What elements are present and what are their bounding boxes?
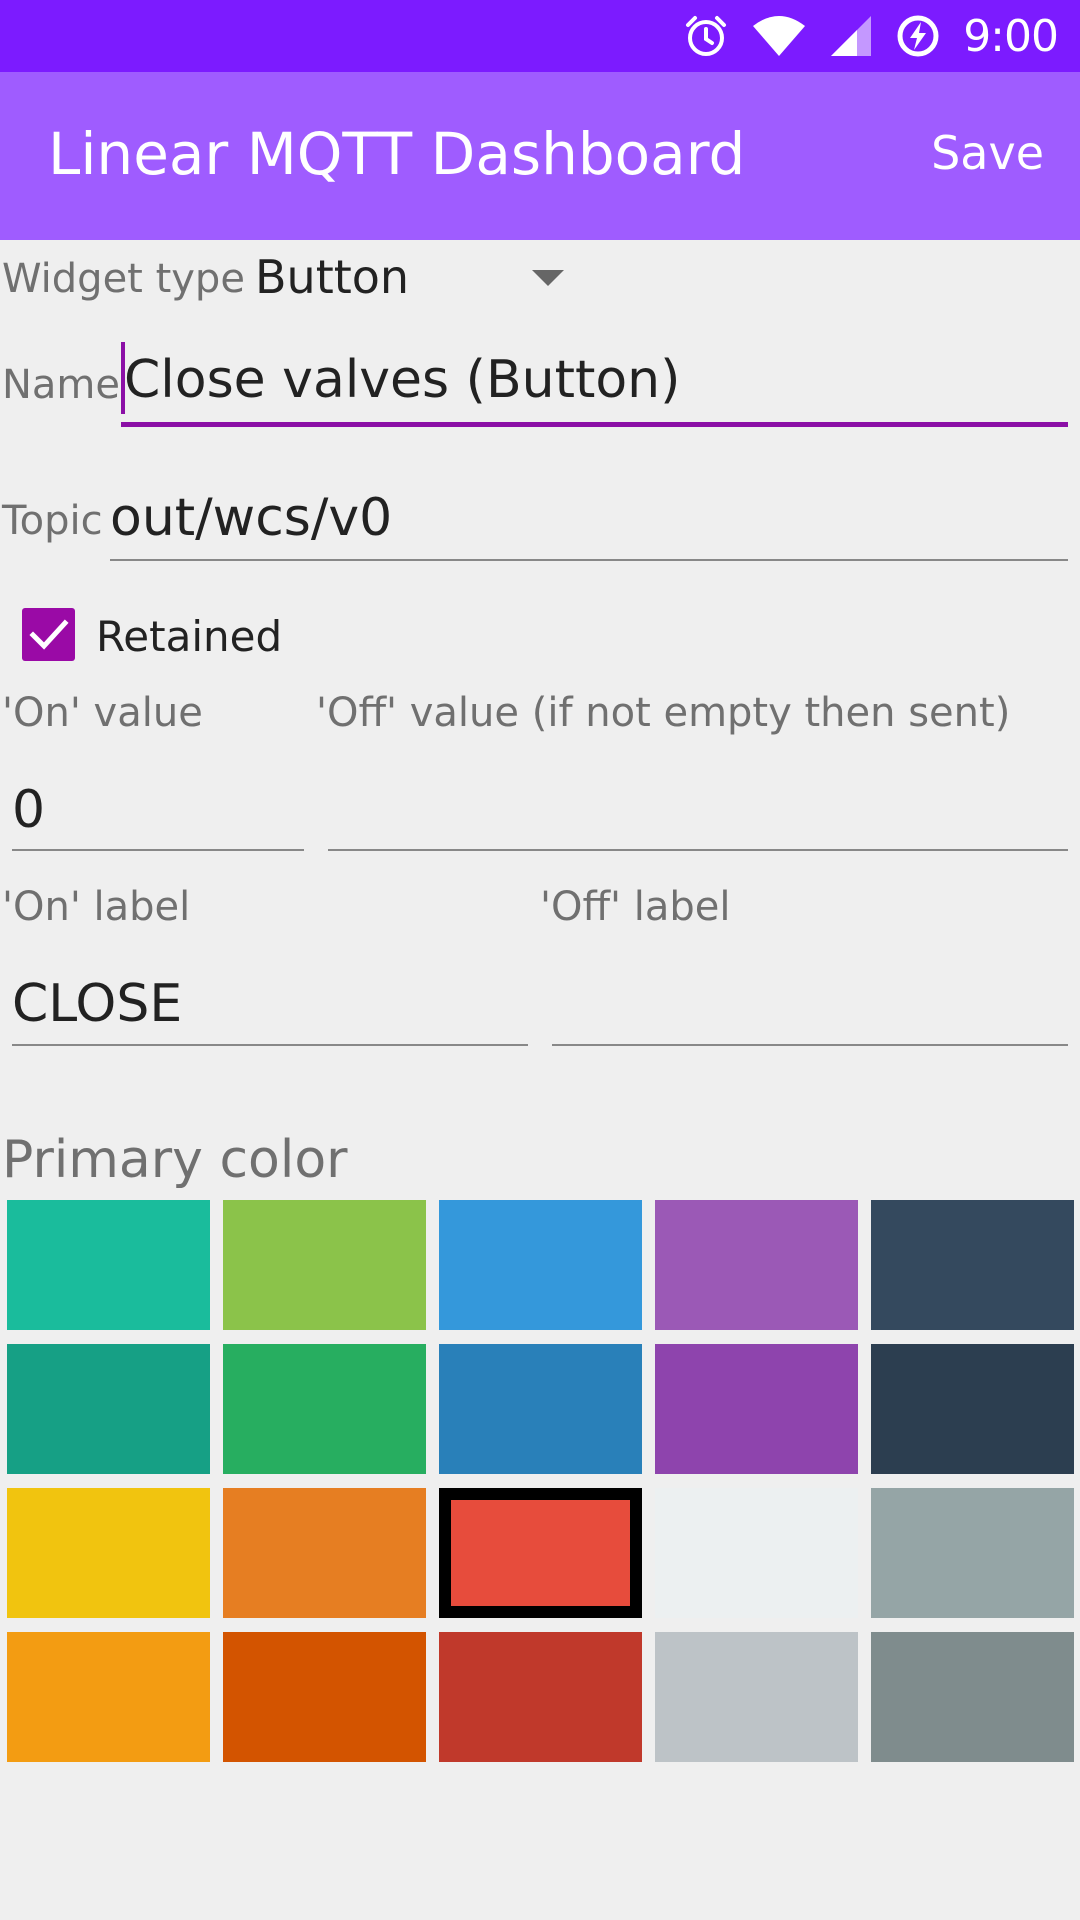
save-button[interactable]: Save [931,126,1044,180]
off-label-underline [552,1044,1068,1046]
color-swatch[interactable] [439,1632,642,1762]
status-bar: 9:00 [0,0,1080,72]
status-icons: 9:00 [683,0,1059,72]
checkmark-icon [29,619,69,650]
color-swatch[interactable] [439,1488,642,1618]
color-swatch[interactable] [7,1488,210,1618]
color-swatch[interactable] [223,1488,426,1618]
name-input-underline [121,422,1068,427]
alarm-icon [683,13,729,59]
off-value-input[interactable] [328,780,1068,840]
topic-label: Topic [2,498,103,544]
color-swatch[interactable] [871,1488,1074,1618]
color-swatch[interactable] [655,1200,858,1330]
widget-type-select[interactable]: Button [255,250,409,304]
name-input[interactable]: Close valves (Button) [124,350,680,410]
status-time: 9:00 [963,10,1059,62]
color-swatch[interactable] [871,1344,1074,1474]
color-swatch[interactable] [655,1488,858,1618]
color-swatch[interactable] [7,1632,210,1762]
color-swatch[interactable] [223,1200,426,1330]
on-value-label: 'On' value [2,690,203,736]
color-swatch[interactable] [439,1344,642,1474]
on-label-label: 'On' label [2,884,191,930]
primary-color-heading: Primary color [2,1130,348,1190]
off-label-input[interactable] [552,974,1068,1034]
signal-icon [829,14,873,58]
battery-charging-icon [895,13,941,59]
on-value-input[interactable]: 0 [12,780,45,840]
color-swatch[interactable] [871,1200,1074,1330]
retained-checkbox[interactable] [22,608,75,661]
off-label-label: 'Off' label [540,884,731,930]
color-swatch[interactable] [871,1632,1074,1762]
color-swatch[interactable] [655,1632,858,1762]
on-label-input[interactable]: CLOSE [12,974,182,1034]
app-title: Linear MQTT Dashboard [48,120,746,188]
color-swatch[interactable] [223,1344,426,1474]
off-value-label: 'Off' value (if not empty then sent) [316,690,1011,736]
color-swatch[interactable] [655,1344,858,1474]
wifi-icon [751,14,807,58]
color-swatch[interactable] [439,1200,642,1330]
color-swatch[interactable] [223,1632,426,1762]
topic-input-underline [110,559,1068,561]
app-bar: Linear MQTT Dashboard Save [0,72,1080,240]
widget-type-label: Widget type [2,256,245,302]
off-value-underline [328,849,1068,851]
color-swatch[interactable] [7,1344,210,1474]
name-label: Name [2,362,121,408]
topic-input[interactable]: out/wcs/v0 [110,488,392,548]
retained-label[interactable]: Retained [96,612,282,661]
chevron-down-icon[interactable] [532,270,564,286]
on-value-underline [12,849,304,851]
color-swatch[interactable] [7,1200,210,1330]
on-label-underline [12,1044,528,1046]
